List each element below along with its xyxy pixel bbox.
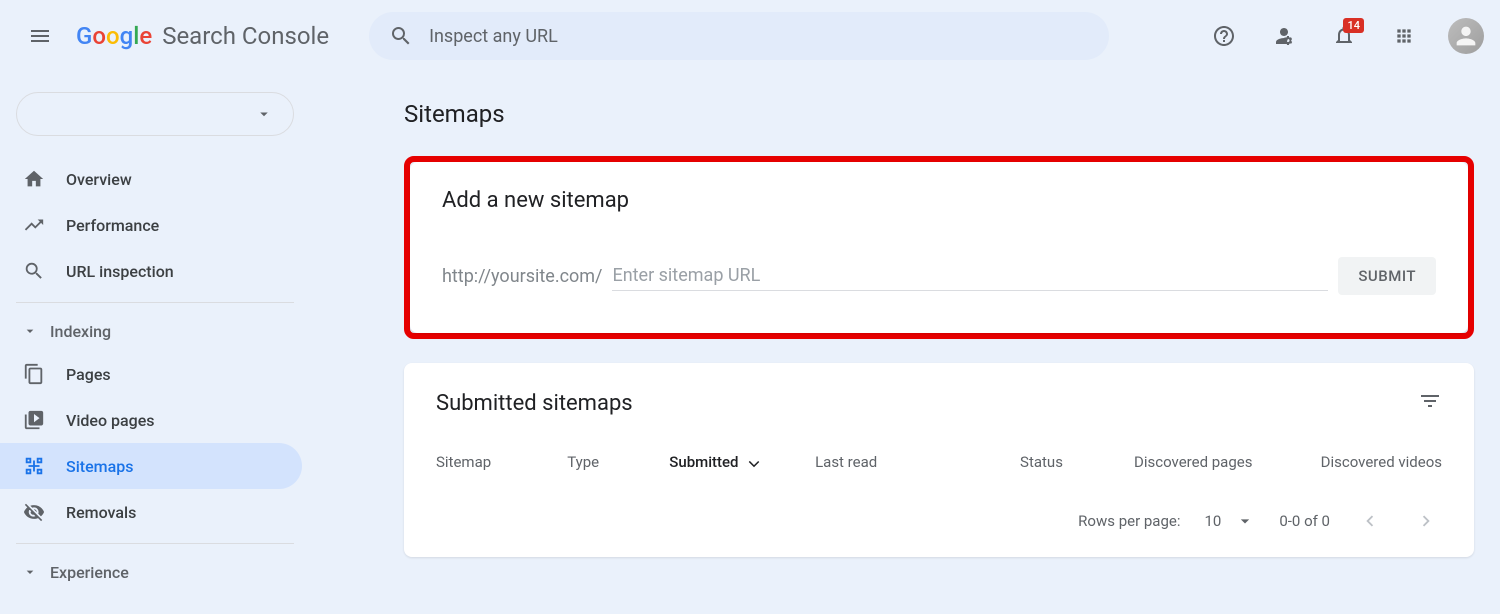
sidebar-item-label: Sitemaps — [66, 457, 133, 476]
help-icon[interactable] — [1200, 12, 1248, 60]
avatar[interactable] — [1448, 18, 1484, 54]
th-discovered-videos[interactable]: Discovered videos — [1252, 453, 1442, 471]
sidebar-item-sitemaps[interactable]: Sitemaps — [0, 443, 302, 489]
sidebar-item-label: Performance — [66, 216, 159, 235]
chevron-down-icon — [255, 105, 273, 123]
sidebar-section-experience[interactable]: Experience — [0, 552, 310, 592]
sidebar-item-label: Video pages — [66, 411, 155, 430]
th-last-read[interactable]: Last read — [815, 453, 946, 471]
arrow-down-icon — [745, 453, 763, 471]
menu-icon[interactable] — [16, 12, 64, 60]
sidebar-item-label: Overview — [66, 170, 132, 189]
users-icon[interactable] — [1260, 12, 1308, 60]
rows-per-page-select[interactable]: 10 — [1204, 511, 1255, 531]
google-logo: Google — [76, 22, 152, 50]
pagination-range: 0-0 of 0 — [1279, 512, 1330, 530]
add-sitemap-heading: Add a new sitemap — [442, 188, 1436, 213]
notifications-icon[interactable]: 14 — [1320, 12, 1368, 60]
sidebar-item-performance[interactable]: Performance — [0, 202, 302, 248]
chevron-down-icon — [1235, 511, 1255, 531]
sidebar-item-video-pages[interactable]: Video pages — [0, 397, 302, 443]
product-name: Search Console — [162, 22, 329, 50]
th-submitted[interactable]: Submitted — [669, 453, 815, 471]
sitemap-url-input[interactable] — [612, 261, 1328, 291]
notification-badge: 14 — [1343, 18, 1364, 33]
sidebar-item-pages[interactable]: Pages — [0, 351, 302, 397]
visibility-off-icon — [22, 501, 46, 523]
next-page-button[interactable] — [1410, 505, 1442, 537]
home-icon — [22, 168, 46, 190]
search-icon — [22, 260, 46, 282]
highlight-box: Add a new sitemap http://yoursite.com/ S… — [404, 156, 1474, 339]
sitemap-icon — [22, 455, 46, 477]
prev-page-button[interactable] — [1354, 505, 1386, 537]
header: Google Search Console Inspect any URL 14 — [0, 0, 1500, 72]
url-prefix: http://yoursite.com/ — [442, 266, 602, 287]
sidebar-item-removals[interactable]: Removals — [0, 489, 302, 535]
add-sitemap-card: Add a new sitemap http://yoursite.com/ S… — [410, 162, 1468, 333]
property-selector[interactable] — [16, 92, 294, 136]
th-status[interactable]: Status — [946, 453, 1063, 471]
sidebar-item-overview[interactable]: Overview — [0, 156, 302, 202]
search-icon — [389, 24, 413, 48]
trend-icon — [22, 214, 46, 236]
chevron-left-icon — [1359, 510, 1381, 532]
main-content: Sitemaps Add a new sitemap http://yoursi… — [310, 72, 1500, 612]
sidebar-item-label: Pages — [66, 365, 111, 384]
submit-button[interactable]: SUBMIT — [1338, 257, 1436, 295]
chevron-down-icon — [22, 323, 38, 339]
table-header: Sitemap Type Submitted Last read Status … — [436, 453, 1442, 487]
chevron-down-icon — [22, 564, 38, 580]
submitted-sitemaps-card: Submitted sitemaps Sitemap Type Submitte… — [404, 363, 1474, 557]
th-discovered-pages[interactable]: Discovered pages — [1063, 453, 1253, 471]
submitted-heading: Submitted sitemaps — [436, 391, 633, 416]
video-icon — [22, 409, 46, 431]
th-sitemap[interactable]: Sitemap — [436, 453, 567, 471]
rows-per-page-label: Rows per page: — [1078, 512, 1180, 530]
filter-icon[interactable] — [1418, 389, 1442, 417]
page-title: Sitemaps — [404, 100, 1474, 128]
search-input[interactable]: Inspect any URL — [369, 12, 1109, 60]
sidebar-item-label: URL inspection — [66, 262, 174, 281]
pages-icon — [22, 363, 46, 385]
search-placeholder: Inspect any URL — [429, 26, 558, 47]
sidebar-item-url-inspection[interactable]: URL inspection — [0, 248, 302, 294]
sidebar: Overview Performance URL inspection Inde… — [0, 72, 310, 612]
apps-icon[interactable] — [1380, 12, 1428, 60]
table-footer: Rows per page: 10 0-0 of 0 — [436, 487, 1442, 543]
logo[interactable]: Google Search Console — [76, 22, 329, 50]
th-type[interactable]: Type — [567, 453, 669, 471]
sidebar-item-label: Removals — [66, 503, 136, 522]
sidebar-section-indexing[interactable]: Indexing — [0, 311, 310, 351]
chevron-right-icon — [1415, 510, 1437, 532]
